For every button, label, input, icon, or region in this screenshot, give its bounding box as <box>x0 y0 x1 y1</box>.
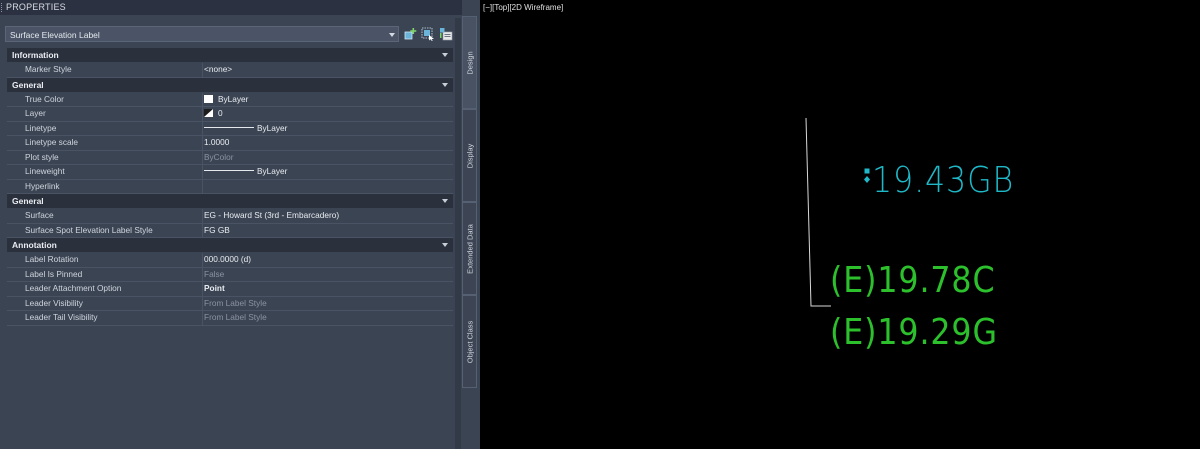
collapse-icon[interactable] <box>442 53 448 57</box>
property-row[interactable]: Surface EG - Howard St (3rd - Embarcader… <box>7 209 453 224</box>
object-type-value: Surface Elevation Label <box>10 30 100 40</box>
property-row[interactable]: Hyperlink <box>7 179 453 194</box>
toggle-pickadd-icon[interactable] <box>439 27 453 41</box>
palette-tabs: Design Display Extended Data Object Clas… <box>462 16 478 388</box>
tab-object-class[interactable]: Object Class <box>462 295 477 388</box>
section-title: Information <box>12 50 59 60</box>
property-name: Hyperlink <box>25 180 60 191</box>
property-value: ByLayer <box>218 93 249 104</box>
property-row[interactable]: Label Is Pinned False <box>7 267 453 282</box>
grip-handle[interactable] <box>1 3 4 12</box>
property-name: Label Is Pinned <box>25 268 83 279</box>
section-title: General <box>12 79 44 90</box>
section-title: Annotation <box>12 240 57 250</box>
property-name: Linetype scale <box>25 137 79 147</box>
property-name: Leader Visibility <box>25 297 83 308</box>
property-row[interactable]: Layer 0 <box>7 107 453 122</box>
property-name: Surface Spot Elevation Label Style <box>25 224 153 235</box>
section-general[interactable]: General <box>7 77 453 92</box>
property-row[interactable]: Leader Attachment Option Point <box>7 282 453 297</box>
property-value[interactable]: From Label Style <box>204 311 267 324</box>
property-row[interactable]: Plot style ByColor <box>7 150 453 165</box>
property-value[interactable]: FG GB <box>204 224 230 237</box>
property-row[interactable]: Label Rotation 000.0000 (d) <box>7 253 453 268</box>
property-value: ByLayer <box>257 166 288 176</box>
tab-extended-data[interactable]: Extended Data <box>462 202 477 295</box>
linetype-preview <box>204 126 254 128</box>
property-grid: Information Marker Style <none> General … <box>7 48 453 326</box>
scrollbar[interactable] <box>455 18 461 449</box>
property-name: Lineweight <box>25 166 65 176</box>
label-grip-icon[interactable] <box>864 168 871 186</box>
property-value[interactable]: From Label Style <box>204 297 267 310</box>
existing-spot-elevation-label[interactable]: (E)19.78C <box>830 260 995 301</box>
drawing-viewport[interactable]: [−][Top][2D Wireframe] 19.43GB (E)19.78C… <box>480 0 1200 449</box>
property-row[interactable]: True Color ByLayer <box>7 92 453 107</box>
property-name: Layer <box>25 108 46 118</box>
chevron-down-icon <box>389 33 395 37</box>
property-value[interactable]: Point <box>204 282 225 295</box>
property-name: True Color <box>25 93 64 104</box>
property-row[interactable]: Lineweight ByLayer <box>7 165 453 180</box>
collapse-icon[interactable] <box>442 199 448 203</box>
collapse-icon[interactable] <box>442 82 448 87</box>
object-type-dropdown[interactable]: Surface Elevation Label <box>5 26 399 42</box>
color-swatch-icon <box>204 94 213 103</box>
section-information[interactable]: Information <box>7 48 453 62</box>
property-row[interactable]: Leader Tail Visibility From Label Style <box>7 311 453 326</box>
selected-spot-elevation-label[interactable]: 19.43GB <box>872 160 1014 201</box>
select-objects-icon[interactable] <box>421 27 435 41</box>
tab-design[interactable]: Design <box>462 16 477 109</box>
property-name: Leader Tail Visibility <box>25 312 98 322</box>
property-value[interactable]: 000.0000 (d) <box>204 253 251 266</box>
property-name: Plot style <box>25 151 59 162</box>
section-general-civil[interactable]: General <box>7 194 453 208</box>
property-row[interactable]: Leader Visibility From Label Style <box>7 296 453 311</box>
property-value: False <box>204 268 225 279</box>
palette-title: PROPERTIES <box>6 2 66 12</box>
section-title: General <box>12 196 44 206</box>
property-row[interactable]: Surface Spot Elevation Label Style FG GB <box>7 223 453 238</box>
layer-icon <box>204 109 213 117</box>
property-value: ByLayer <box>257 122 288 133</box>
tab-display[interactable]: Display <box>462 109 477 202</box>
property-name: Label Rotation <box>25 254 79 264</box>
property-value[interactable]: EG - Howard St (3rd - Embarcadero) <box>204 209 339 222</box>
properties-palette: PROPERTIES Surface Elevation Label Infor… <box>0 0 480 449</box>
existing-spot-elevation-label[interactable]: (E)19.29G <box>830 312 998 353</box>
property-name: Linetype <box>25 122 57 133</box>
property-row[interactable]: Linetype ByLayer <box>7 121 453 136</box>
property-value[interactable]: <none> <box>204 63 232 76</box>
palette-title-bar[interactable]: PROPERTIES <box>0 0 462 15</box>
property-row[interactable]: Marker Style <none> <box>7 63 453 78</box>
property-name: Leader Attachment Option <box>25 283 122 293</box>
property-name: Surface <box>25 210 54 220</box>
collapse-icon[interactable] <box>442 243 448 247</box>
lineweight-preview <box>204 170 254 171</box>
section-annotation[interactable]: Annotation <box>7 238 453 252</box>
property-row[interactable]: Linetype scale 1.0000 <box>7 136 453 151</box>
add-to-selection-icon[interactable] <box>404 27 418 41</box>
label-leader[interactable] <box>480 0 1200 449</box>
property-name: Marker Style <box>25 64 72 74</box>
property-value: ByColor <box>204 151 234 162</box>
property-value[interactable]: 1.0000 <box>204 136 229 149</box>
property-value: 0 <box>218 108 223 118</box>
